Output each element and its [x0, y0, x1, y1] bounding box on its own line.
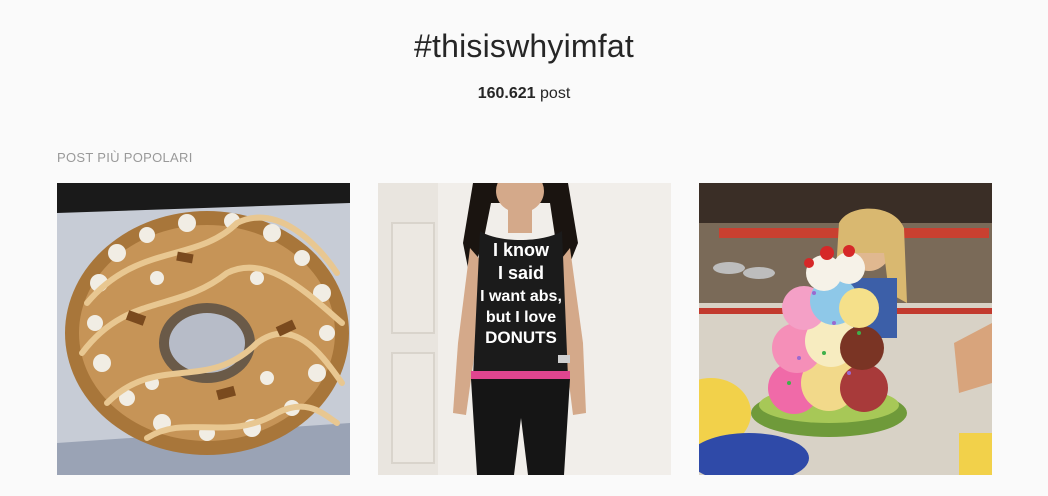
ice-cream-sundae-photo-icon	[699, 183, 992, 475]
hashtag-title: #thisiswhyimfat	[414, 28, 634, 64]
post-tile-1[interactable]	[57, 183, 350, 475]
shirt-text-line-3: I want abs,	[480, 288, 562, 305]
post-tile-2[interactable]: I know I said I want abs, but I love DON…	[378, 183, 671, 475]
post-count: 160.621 post	[0, 85, 1048, 103]
shirt-text-line-4: but I love	[486, 309, 556, 326]
post-count-label: post	[540, 85, 571, 102]
posts-grid: I know I said I want abs, but I love DON…	[57, 183, 992, 475]
post-tile-3[interactable]	[699, 183, 992, 475]
hashtag-page: #thisiswhyimfat 160.621 post POST PIÙ PO…	[0, 0, 1048, 496]
post-count-number: 160.621	[477, 85, 536, 102]
person-tshirt-photo-icon: I know I said I want abs, but I love DON…	[378, 183, 671, 475]
shirt-text-line-5: DONUTS	[485, 328, 557, 347]
shirt-text-line-1: I know	[493, 240, 550, 260]
section-title: POST PIÙ POPOLARI	[57, 150, 193, 165]
shirt-text-line-2: I said	[498, 263, 544, 283]
donut-photo-icon	[57, 183, 350, 475]
